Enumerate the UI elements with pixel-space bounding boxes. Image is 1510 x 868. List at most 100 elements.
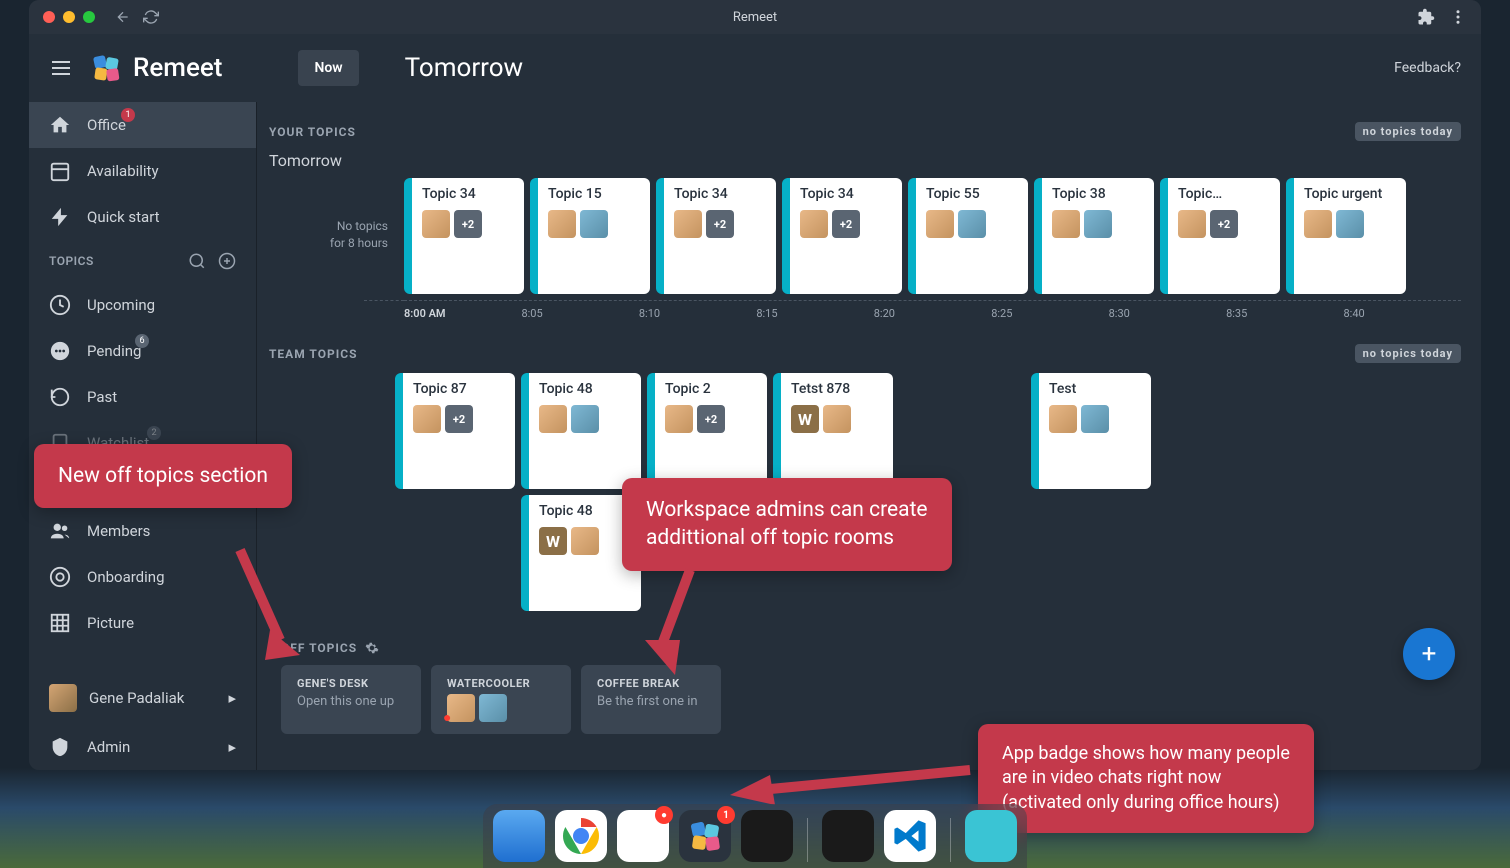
topic-card[interactable]: Topic 38 <box>1034 178 1154 294</box>
chevron-right-icon: ▸ <box>228 689 236 707</box>
back-icon[interactable] <box>115 9 131 25</box>
chevron-right-icon: ▸ <box>228 738 236 756</box>
dock-finder[interactable] <box>493 810 545 862</box>
target-icon <box>49 566 71 588</box>
time-tick: 8:05 <box>521 307 638 320</box>
sidebar-item-past[interactable]: Past <box>29 374 256 420</box>
dock-slack[interactable]: ● <box>617 810 669 862</box>
annotation-callout: New off topics section <box>34 444 292 508</box>
sidebar-label: Quick start <box>87 208 160 226</box>
avatar <box>571 405 599 433</box>
topic-card[interactable]: Topic 15 <box>530 178 650 294</box>
dock-terminal[interactable] <box>822 810 874 862</box>
sidebar-user[interactable]: Gene Padaliak ▸ <box>29 672 256 724</box>
dock-vscode[interactable] <box>884 810 936 862</box>
avatar <box>1304 210 1332 238</box>
dock-chrome[interactable] <box>555 810 607 862</box>
search-icon[interactable] <box>188 252 206 270</box>
shield-icon <box>49 736 71 758</box>
close-window[interactable] <box>43 11 55 23</box>
sidebar-item-availability[interactable]: Availability <box>29 148 256 194</box>
avatar <box>665 405 693 433</box>
off-card-sub: Open this one up <box>297 694 405 709</box>
topic-card[interactable]: Tetst 878W <box>773 373 893 489</box>
team-topics-header: TEAM TOPICS no topics today <box>269 344 1461 363</box>
off-topic-card[interactable]: GENE'S DESKOpen this one up <box>281 665 421 734</box>
refresh-icon[interactable] <box>143 9 159 25</box>
extension-icon[interactable] <box>1417 8 1435 26</box>
avatar: W <box>539 527 567 555</box>
titlebar: Remeet <box>29 0 1481 34</box>
app-header: Remeet Now Tomorrow Feedback? <box>29 34 1481 102</box>
dock-badge: ● <box>655 806 673 824</box>
dock-folder[interactable] <box>965 810 1017 862</box>
topic-card[interactable]: Topic…+2 <box>1160 178 1280 294</box>
add-icon[interactable] <box>218 252 236 270</box>
card-title: Topic 55 <box>926 186 1018 202</box>
topic-card[interactable]: Topic 87+2 <box>395 373 515 489</box>
now-button[interactable]: Now <box>298 50 358 86</box>
avatar <box>539 405 567 433</box>
off-topic-card[interactable]: WATERCOOLER● <box>431 665 571 734</box>
sidebar-item-pending[interactable]: Pending 6 <box>29 328 256 374</box>
topic-card[interactable]: Topic 48 <box>521 373 641 489</box>
avatar <box>548 210 576 238</box>
timeline-note: No topics for 8 hours <box>269 178 404 252</box>
avatar <box>571 527 599 555</box>
people-icon <box>49 520 71 542</box>
avatar <box>1336 210 1364 238</box>
topic-card[interactable]: Topic 34+2 <box>404 178 524 294</box>
sidebar-item-admin[interactable]: Admin ▸ <box>29 724 256 770</box>
dock-remeet[interactable]: 1 <box>679 810 731 862</box>
sidebar-item-quickstart[interactable]: Quick start <box>29 194 256 240</box>
avatar-more: +2 <box>706 210 734 238</box>
topic-card[interactable]: Topic urgent <box>1286 178 1406 294</box>
minimize-window[interactable] <box>63 11 75 23</box>
sidebar-label: Availability <box>87 162 159 180</box>
time-tick: 8:25 <box>991 307 1108 320</box>
logo[interactable]: Remeet <box>89 51 222 85</box>
feedback-link[interactable]: Feedback? <box>1394 60 1461 76</box>
grid-icon <box>49 612 71 634</box>
avatar <box>479 694 507 722</box>
avatar-more: +2 <box>697 405 725 433</box>
time-axis: 8:00 AM8:058:108:158:208:258:308:358:40 <box>404 300 1461 320</box>
topic-card[interactable]: Topic 55 <box>908 178 1028 294</box>
topic-card[interactable]: Topic 2 +2 <box>647 373 767 489</box>
more-icon[interactable] <box>1449 8 1467 26</box>
card-title: Tetst 878 <box>791 381 883 397</box>
time-tick: 8:40 <box>1344 307 1461 320</box>
off-card-title: WATERCOOLER <box>447 677 555 690</box>
sidebar-label: Onboarding <box>87 568 165 586</box>
topic-card[interactable]: Test <box>1031 373 1151 489</box>
sidebar-item-upcoming[interactable]: Upcoming <box>29 282 256 328</box>
add-fab[interactable]: + <box>1403 628 1455 680</box>
card-title: Topic 2 <box>665 381 757 397</box>
card-title: Topic 38 <box>1052 186 1144 202</box>
sidebar-item-office[interactable]: Office 1 <box>29 102 256 148</box>
avatar <box>580 210 608 238</box>
macos-dock: ● 1 <box>483 804 1027 868</box>
dock-activity[interactable] <box>741 810 793 862</box>
maximize-window[interactable] <box>83 11 95 23</box>
off-topics-header: OFF TOPICS <box>281 641 1461 655</box>
gear-icon[interactable] <box>365 641 379 655</box>
menu-icon[interactable] <box>49 56 73 80</box>
tomorrow-label: Tomorrow <box>269 151 1461 170</box>
sidebar-label: Admin <box>87 738 130 756</box>
topic-card[interactable]: Topic 34+2 <box>656 178 776 294</box>
card-title: Topic… <box>1178 186 1270 202</box>
history-icon <box>49 386 71 408</box>
card-title: Topic 34 <box>800 186 892 202</box>
pending-icon <box>49 340 71 362</box>
card-title: Topic 87 <box>413 381 505 397</box>
topic-card[interactable]: Topic 34+2 <box>782 178 902 294</box>
card-title: Topic 48 <box>539 381 631 397</box>
avatar <box>958 210 986 238</box>
avatar <box>413 405 441 433</box>
logo-text: Remeet <box>133 53 222 83</box>
sidebar-label: Members <box>87 522 150 540</box>
avatar <box>1049 405 1077 433</box>
off-card-sub: Be the first one in <box>597 694 705 709</box>
time-tick: 8:30 <box>1109 307 1226 320</box>
